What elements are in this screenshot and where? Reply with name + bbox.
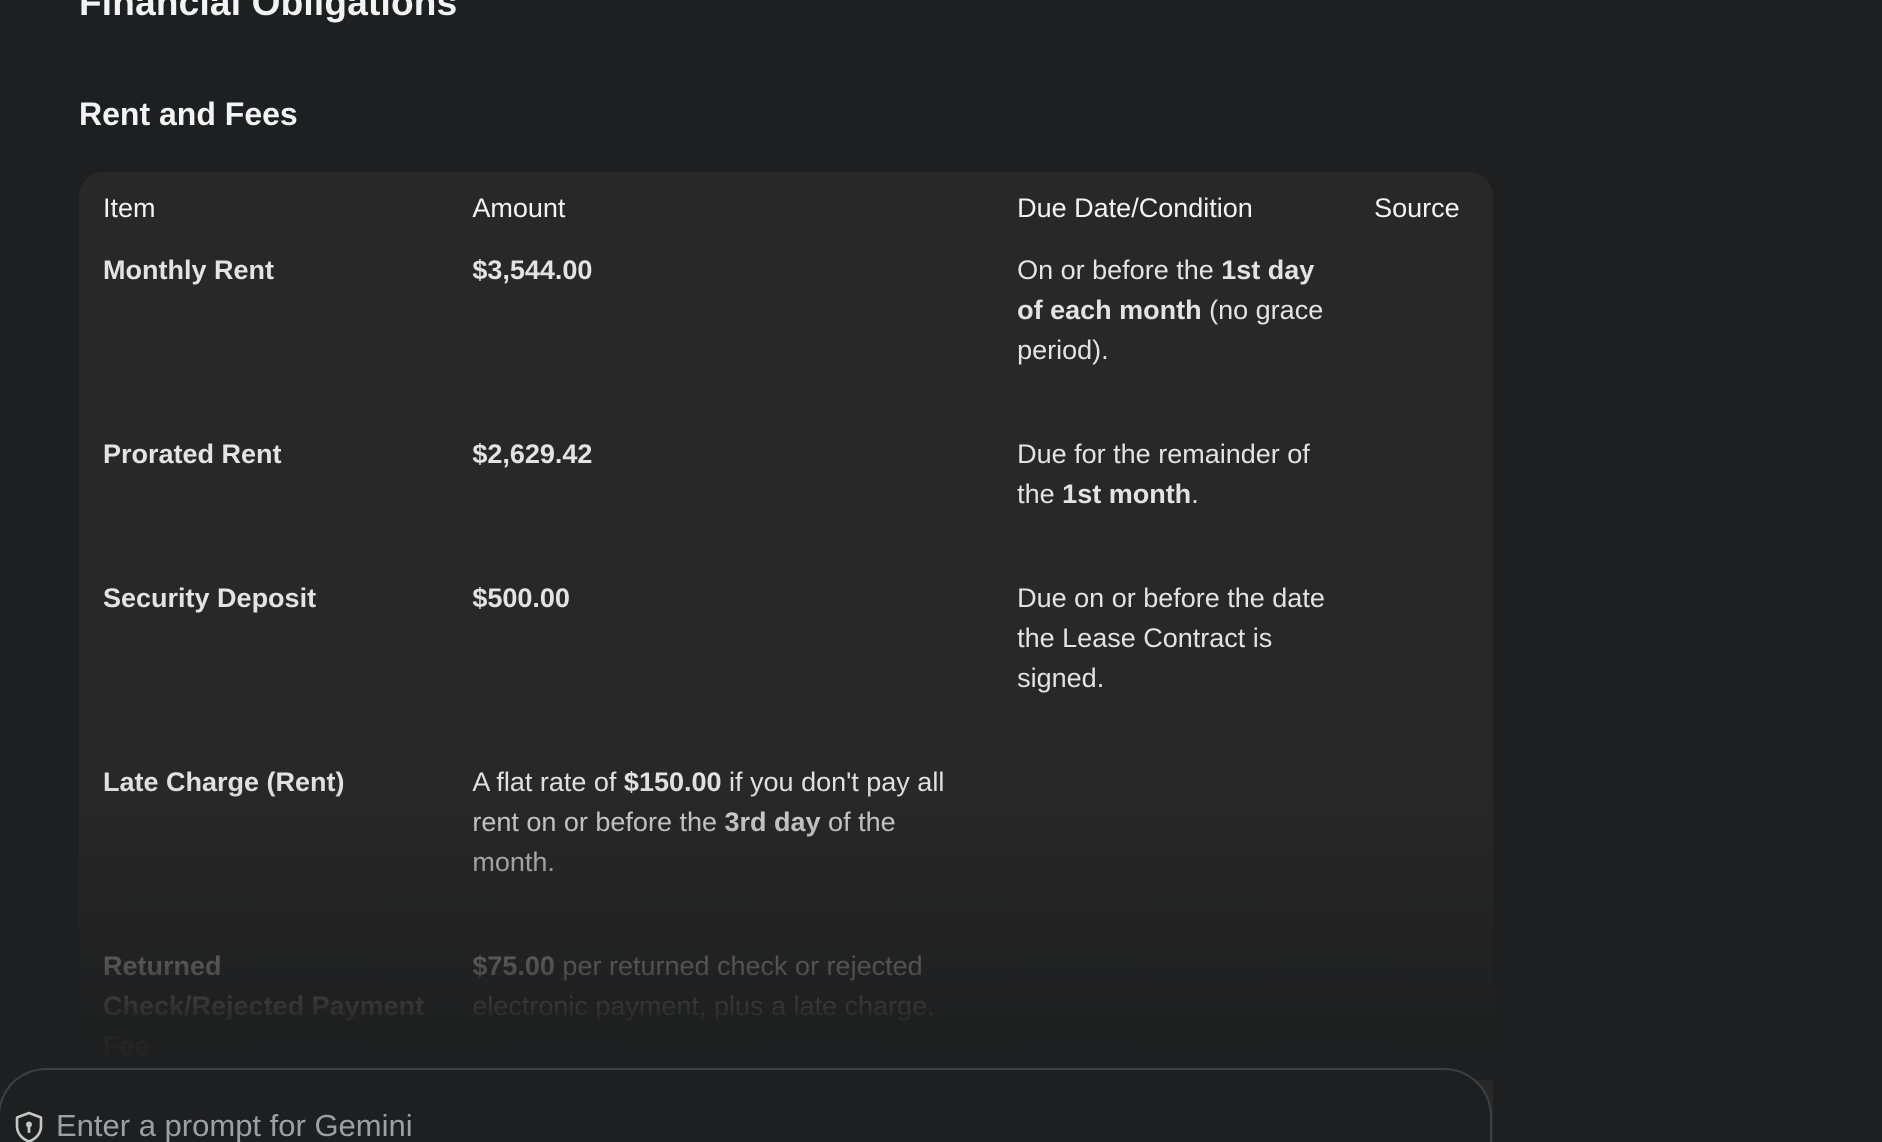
amount-text: A flat rate of xyxy=(472,767,624,797)
table-row: Monthly Rent $3,544.00 On or before the … xyxy=(79,238,1493,422)
shield-icon xyxy=(12,1110,46,1142)
amount-emphasis: $75.00 xyxy=(472,951,555,981)
column-header-source: Source xyxy=(1374,193,1460,223)
due-cell: Due on or before the date the Lease Cont… xyxy=(1017,583,1325,693)
source-cell xyxy=(1350,750,1493,934)
prompt-input[interactable] xyxy=(56,1106,956,1142)
due-cell xyxy=(993,750,1350,934)
column-header-item: Item xyxy=(103,193,156,223)
source-cell xyxy=(1350,566,1493,750)
table-row: Prorated Rent $2,629.42 Due for the rema… xyxy=(79,422,1493,566)
item-cell: Returned Check/Rejected Payment Fee xyxy=(103,951,425,1061)
table-row: Late Charge (Rent) A flat rate of $150.0… xyxy=(79,750,1493,934)
table-header-row: Item Amount Due Date/Condition Source xyxy=(79,172,1493,238)
amount-emphasis: 3rd day xyxy=(724,807,821,837)
item-cell: Late Charge (Rent) xyxy=(103,767,345,797)
amount-cell: $500.00 xyxy=(472,583,570,613)
column-header-amount: Amount xyxy=(472,193,566,223)
subsection-title: Rent and Fees xyxy=(79,96,298,132)
item-cell: Monthly Rent xyxy=(103,255,274,285)
due-cell: Due for the remainder of the 1st month. xyxy=(993,422,1350,566)
column-header-due-date: Due Date/Condition xyxy=(1017,193,1253,223)
due-emphasis: 1st month xyxy=(1062,479,1192,509)
source-cell xyxy=(1350,422,1493,566)
due-cell: On or before the 1st day of each month (… xyxy=(993,238,1350,422)
due-text: . xyxy=(1191,479,1199,509)
item-cell: Prorated Rent xyxy=(103,439,282,469)
amount-cell: $3,544.00 xyxy=(472,255,593,285)
due-text: On or before the xyxy=(1017,255,1222,285)
amount-cell: $75.00 per returned check or rejected el… xyxy=(448,934,993,1066)
item-cell: Security Deposit xyxy=(103,583,317,613)
table-row: Security Deposit $500.00 Due on or befor… xyxy=(79,566,1493,750)
table-row: Returned Check/Rejected Payment Fee $75.… xyxy=(79,934,1493,1066)
amount-emphasis: $150.00 xyxy=(623,767,722,797)
rent-fees-table: Item Amount Due Date/Condition Source Mo… xyxy=(79,172,1493,1066)
section-title: Financial Obligations xyxy=(79,0,458,23)
source-cell xyxy=(1350,238,1493,422)
source-cell xyxy=(1350,934,1493,1066)
amount-cell: $2,629.42 xyxy=(472,439,593,469)
due-cell xyxy=(993,934,1350,1066)
amount-cell: A flat rate of $150.00 if you don't pay … xyxy=(448,750,993,934)
rent-fees-table-card: Item Amount Due Date/Condition Source Mo… xyxy=(79,172,1493,1142)
chat-response-page: Financial Obligations Rent and Fees Item… xyxy=(0,0,1882,1142)
